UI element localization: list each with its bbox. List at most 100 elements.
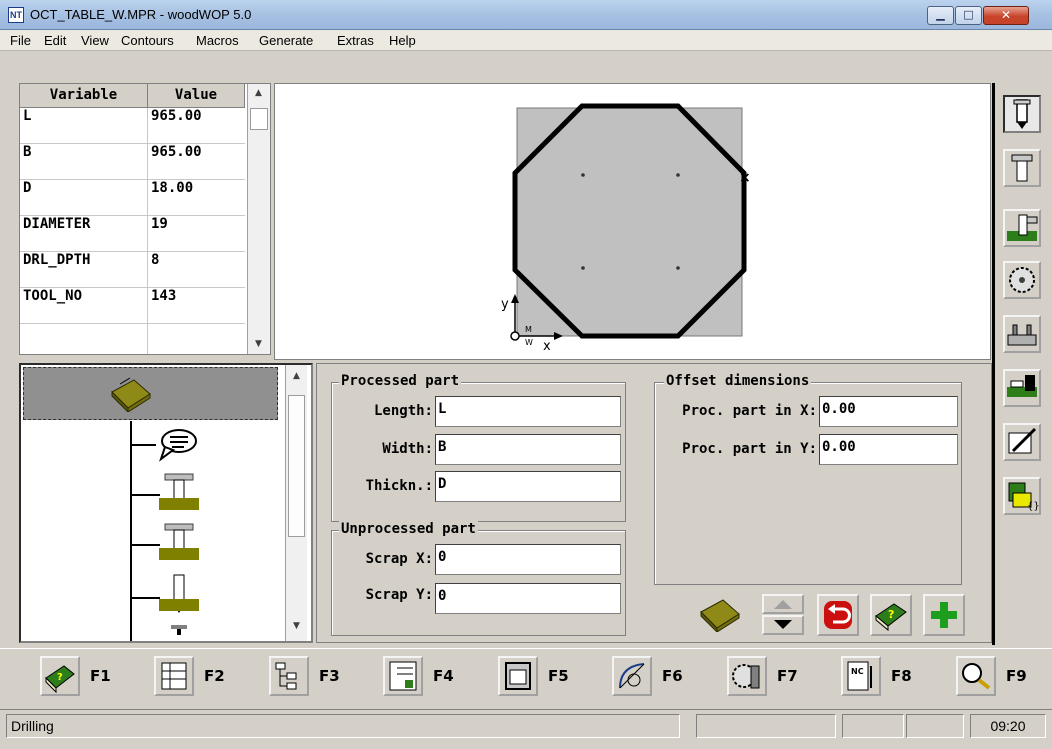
table-row[interactable]: B 965.00: [20, 144, 245, 180]
table-row[interactable]: L 965.00: [20, 108, 245, 144]
saw-button[interactable]: [1003, 261, 1041, 299]
f1-button[interactable]: ? F1: [40, 656, 120, 698]
tree-root-selected[interactable]: [23, 367, 278, 420]
minimize-icon: ▁: [936, 8, 945, 21]
f8-button[interactable]: NC F8: [841, 656, 921, 698]
minimize-button[interactable]: ▁: [927, 6, 954, 25]
move-up-button[interactable]: [762, 594, 804, 614]
variable-name-cell[interactable]: DRL_DPTH: [20, 252, 148, 288]
width-field[interactable]: B: [435, 434, 621, 465]
svg-text:?: ?: [57, 672, 63, 683]
variable-value-cell[interactable]: 143: [148, 288, 245, 324]
scroll-down-icon[interactable]: ▼: [248, 339, 269, 349]
menu-macros[interactable]: Macros: [196, 33, 239, 48]
variable-value-cell[interactable]: [148, 324, 245, 354]
f2-label: F2: [204, 667, 225, 685]
offset-y-field[interactable]: 0.00: [819, 434, 958, 465]
table-row[interactable]: DIAMETER 19: [20, 216, 245, 252]
svg-text:{}: {}: [1027, 501, 1039, 512]
drill-icon[interactable]: [159, 472, 199, 514]
variable-name-cell[interactable]: D: [20, 180, 148, 216]
drill-icon[interactable]: [159, 522, 199, 564]
table-row[interactable]: DRL_DPTH 8: [20, 252, 245, 288]
tree-branch: [130, 544, 160, 546]
f9-button[interactable]: F9: [956, 656, 1036, 698]
subprogram-button[interactable]: {}: [1003, 477, 1041, 515]
f6-button[interactable]: F6: [612, 656, 692, 698]
thickness-field[interactable]: D: [435, 471, 621, 502]
column-header-value[interactable]: Value: [148, 84, 245, 108]
close-button[interactable]: ✕: [983, 6, 1029, 25]
f3-button[interactable]: F3: [269, 656, 349, 698]
variable-value-cell[interactable]: 18.00: [148, 180, 245, 216]
function-key-bar: ? F1 F2 F3 F4 F5 F6 F7 NC F8 F9: [0, 648, 1052, 706]
tree-branch: [130, 494, 160, 496]
edgebanding-button[interactable]: [1003, 369, 1041, 407]
tree-branch: [130, 597, 160, 599]
window-title: OCT_TABLE_W.MPR - woodWOP 5.0: [30, 7, 252, 22]
routing-button[interactable]: [1003, 209, 1041, 247]
operation-tree[interactable]: ▲ ▼: [19, 363, 313, 643]
variable-name-cell[interactable]: DIAMETER: [20, 216, 148, 252]
subprogram-icon: {}: [1008, 482, 1040, 512]
graphic-view[interactable]: × y x M W: [274, 83, 991, 360]
undo-button[interactable]: [817, 594, 859, 636]
variable-name-cell[interactable]: [20, 324, 148, 354]
scroll-up-icon[interactable]: ▲: [286, 371, 307, 381]
horizontal-drill-button[interactable]: [1003, 149, 1041, 187]
list-edit-icon: [383, 656, 423, 696]
scroll-down-icon[interactable]: ▼: [286, 621, 307, 631]
add-button[interactable]: [923, 594, 965, 636]
scroll-thumb[interactable]: [250, 108, 268, 130]
f4-button[interactable]: F4: [383, 656, 463, 698]
f5-label: F5: [548, 667, 569, 685]
length-field[interactable]: L: [435, 396, 621, 427]
variable-table: Variable Value L 965.00 B 965.00 D 18.00…: [19, 83, 271, 355]
variable-name-cell[interactable]: L: [20, 108, 148, 144]
drill-icon[interactable]: [159, 573, 199, 615]
table-row[interactable]: TOOL_NO 143: [20, 288, 245, 324]
scroll-up-icon[interactable]: ▲: [248, 88, 269, 98]
menu-extras[interactable]: Extras: [337, 33, 374, 48]
variable-value-cell[interactable]: 965.00: [148, 144, 245, 180]
variable-value-cell[interactable]: 8: [148, 252, 245, 288]
variable-value-cell[interactable]: 19: [148, 216, 245, 252]
tree-scrollbar[interactable]: ▲ ▼: [285, 365, 307, 641]
scroll-thumb[interactable]: [288, 395, 305, 537]
variable-value-cell[interactable]: 965.00: [148, 108, 245, 144]
table-row[interactable]: [20, 324, 245, 354]
help-button[interactable]: ?: [870, 594, 912, 636]
move-down-button[interactable]: [762, 615, 804, 635]
tree-branch: [130, 444, 156, 446]
comment-icon[interactable]: [157, 427, 199, 463]
f2-button[interactable]: F2: [154, 656, 234, 698]
menu-edit[interactable]: Edit: [44, 33, 66, 48]
f5-button[interactable]: F5: [498, 656, 578, 698]
menu-view[interactable]: View: [81, 33, 109, 48]
table-row[interactable]: D 18.00: [20, 180, 245, 216]
menu-bar: File Edit View Contours Macros Generate …: [0, 30, 1052, 51]
user-macro-button[interactable]: [1003, 423, 1041, 461]
scrap-y-field[interactable]: 0: [435, 583, 621, 614]
window-icon: [498, 656, 538, 696]
machine-setup-button[interactable]: [1003, 315, 1041, 353]
origin-w-label: W: [525, 338, 533, 347]
menu-generate[interactable]: Generate: [259, 33, 313, 48]
drill-icon[interactable]: [169, 623, 189, 635]
up-arrow-icon: [774, 600, 792, 609]
maximize-button[interactable]: □: [955, 6, 982, 25]
menu-file[interactable]: File: [10, 33, 31, 48]
column-header-variable[interactable]: Variable: [20, 84, 148, 108]
variable-name-cell[interactable]: B: [20, 144, 148, 180]
contour-icon: [612, 656, 652, 696]
offset-x-field[interactable]: 0.00: [819, 396, 958, 427]
vertical-drill-icon: [1013, 99, 1031, 129]
workpiece-icon: [700, 599, 740, 632]
vertical-drill-button[interactable]: [1003, 95, 1041, 133]
scrap-x-field[interactable]: 0: [435, 544, 621, 575]
variable-table-scrollbar[interactable]: ▲ ▼: [247, 84, 270, 354]
variable-name-cell[interactable]: TOOL_NO: [20, 288, 148, 324]
menu-contours[interactable]: Contours: [121, 33, 174, 48]
f7-button[interactable]: F7: [727, 656, 807, 698]
menu-help[interactable]: Help: [389, 33, 416, 48]
